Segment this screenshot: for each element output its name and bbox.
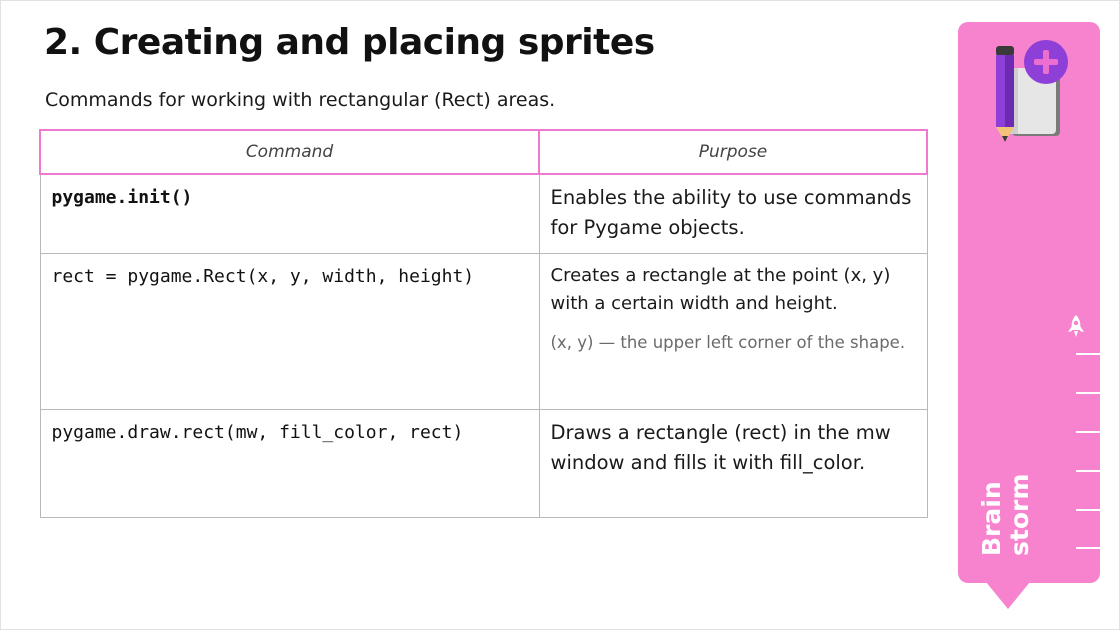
command-code: pygame.draw.rect(mw, fill_color, rect) [51,422,464,443]
ruler-tick [1076,392,1100,394]
table-header-row: Command Purpose [39,129,928,175]
brand-line-1: Brain [977,481,1006,556]
table-row: pygame.init() Enables the ability to use… [39,173,928,254]
ruler-tick [1076,470,1100,472]
ruler-tick [1076,509,1100,511]
command-cell: rect = pygame.Rect(x, y, width, height) [39,253,540,410]
slide-subtitle: Commands for working with rectangular (R… [45,89,556,111]
purpose-text: Draws a rectangle (rect) in the mw windo… [550,421,891,474]
rocket-icon [1068,315,1084,337]
purpose-cell: Draws a rectangle (rect) in the mw windo… [538,409,928,518]
commands-table: Command Purpose pygame.init() Enables th… [39,129,928,518]
ruler-tick [1076,353,1100,355]
command-cell: pygame.init() [39,173,540,254]
purpose-note: (x, y) — the upper left corner of the sh… [550,333,906,352]
table-row: rect = pygame.Rect(x, y, width, height) … [39,253,928,410]
column-header-purpose: Purpose [538,129,928,175]
command-cell: pygame.draw.rect(mw, fill_color, rect) [39,409,540,518]
notebook-pencil-plus-icon [996,40,1068,142]
purpose-cell: Creates a rectangle at the point (x, y) … [538,253,928,410]
table-row: pygame.draw.rect(mw, fill_color, rect) D… [39,409,928,518]
column-header-command: Command [39,129,540,175]
purpose-text: Creates a rectangle at the point (x, y) … [550,265,891,314]
brand-line-2: storm [1005,473,1034,556]
command-code: rect = pygame.Rect(x, y, width, height) [51,266,475,287]
ruler-tick [1076,431,1100,433]
brainstorm-label: Brain storm [977,473,1034,556]
purpose-text: Enables the ability to use commands for … [550,186,912,239]
command-code: pygame.init() [51,187,193,208]
slide-title: 2. Creating and placing sprites [44,22,655,63]
purpose-cell: Enables the ability to use commands for … [538,173,928,254]
panel-pointer [986,582,1030,609]
ruler-tick [1076,547,1100,549]
